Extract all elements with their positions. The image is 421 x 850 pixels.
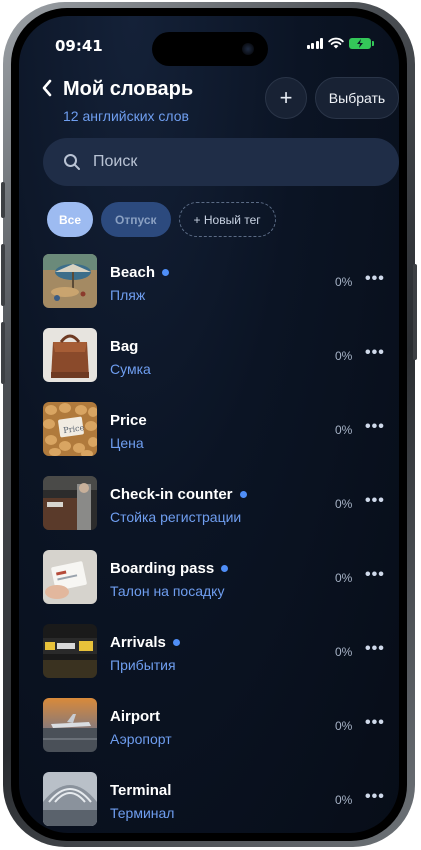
tag-filter-bar: Все Отпуск + Новый тег (47, 202, 276, 237)
word-title: Terminal (110, 782, 172, 799)
more-options-icon[interactable]: ••• (365, 492, 385, 510)
new-indicator-dot (239, 491, 247, 498)
terminal-image (43, 772, 97, 826)
search-input[interactable]: Поиск (43, 138, 399, 186)
tag-all[interactable]: Все (47, 202, 94, 237)
search-placeholder: Поиск (93, 153, 138, 170)
more-options-icon[interactable]: ••• (365, 566, 385, 584)
price-image: Price (43, 402, 97, 456)
camera-icon (242, 43, 254, 55)
plus-icon: + (279, 85, 293, 110)
tag-vacation[interactable]: Отпуск (101, 202, 171, 237)
add-word-button[interactable]: + (265, 77, 307, 119)
progress-percent: 0% (335, 349, 353, 363)
battery-icon (349, 37, 374, 49)
more-options-icon[interactable]: ••• (365, 418, 385, 436)
list-item[interactable]: Beach Пляж 0% ••• (19, 254, 399, 310)
more-options-icon[interactable]: ••• (365, 788, 385, 806)
new-indicator-dot (162, 269, 170, 276)
word-translation: Сумка (110, 361, 151, 377)
word-title: Arrivals (110, 634, 180, 651)
word-title: Price (110, 412, 147, 429)
progress-percent: 0% (335, 275, 353, 289)
app-screen: 09:41 Мой словарь 12 английских слов + В… (19, 16, 399, 833)
list-item[interactable]: Bag Сумка 0% ••• (19, 328, 399, 384)
cellular-signal-icon (306, 37, 323, 49)
dynamic-island (152, 32, 268, 66)
boarding-pass-image (43, 550, 97, 604)
phone-bezel: 09:41 Мой словарь 12 английских слов + В… (11, 8, 407, 841)
word-title: Beach (110, 264, 170, 281)
new-tag-button[interactable]: + Новый тег (178, 202, 276, 237)
phone-frame: 09:41 Мой словарь 12 английских слов + В… (1, 2, 417, 847)
more-options-icon[interactable]: ••• (365, 714, 385, 732)
word-translation: Стойка регистрации (110, 509, 242, 525)
word-translation: Цена (110, 435, 144, 451)
select-button[interactable]: Выбрать (315, 77, 399, 119)
progress-percent: 0% (335, 423, 353, 437)
bag-image (43, 328, 97, 382)
list-item[interactable]: Price Price Цена 0% ••• (19, 402, 399, 458)
progress-percent: 0% (335, 719, 353, 733)
charging-bolt-icon (357, 38, 363, 48)
list-item[interactable]: Terminal Терминал 0% ••• (19, 772, 399, 828)
chevron-left-icon (42, 79, 52, 97)
word-translation: Талон на посадку (110, 583, 225, 599)
list-item[interactable]: Boarding pass Талон на посадку 0% ••• (19, 550, 399, 606)
status-icons (306, 37, 374, 49)
word-translation: Аэропорт (110, 731, 172, 747)
word-title: Check-in counter (110, 486, 247, 503)
airport-image (43, 698, 97, 752)
progress-percent: 0% (335, 571, 353, 585)
arrivals-image (43, 624, 97, 678)
progress-percent: 0% (335, 645, 353, 659)
word-title: Bag (110, 338, 139, 355)
word-count: 12 английских слов (63, 108, 189, 124)
action-button (1, 182, 5, 218)
more-options-icon[interactable]: ••• (365, 640, 385, 658)
search-icon (64, 154, 80, 170)
side-button (413, 264, 417, 360)
volume-up-button (1, 244, 5, 306)
page-title: Мой словарь (63, 78, 194, 100)
new-indicator-dot (221, 565, 229, 572)
progress-percent: 0% (335, 793, 353, 807)
check-in-counter-image (43, 476, 97, 530)
word-translation: Пляж (110, 287, 146, 303)
word-title: Boarding pass (110, 560, 229, 577)
word-translation: Прибытия (110, 657, 176, 673)
word-translation: Терминал (110, 805, 175, 821)
progress-percent: 0% (335, 497, 353, 511)
beach-image (43, 254, 97, 308)
new-indicator-dot (172, 639, 180, 646)
more-options-icon[interactable]: ••• (365, 344, 385, 362)
wifi-icon (328, 37, 344, 49)
word-title: Airport (110, 708, 160, 725)
list-item[interactable]: Arrivals Прибытия 0% ••• (19, 624, 399, 680)
list-item[interactable]: Airport Аэропорт 0% ••• (19, 698, 399, 754)
back-button[interactable] (41, 79, 53, 101)
more-options-icon[interactable]: ••• (365, 270, 385, 288)
list-item[interactable]: Check-in counter Стойка регистрации 0% •… (19, 476, 399, 532)
status-time: 09:41 (55, 37, 103, 55)
volume-down-button (1, 322, 5, 384)
